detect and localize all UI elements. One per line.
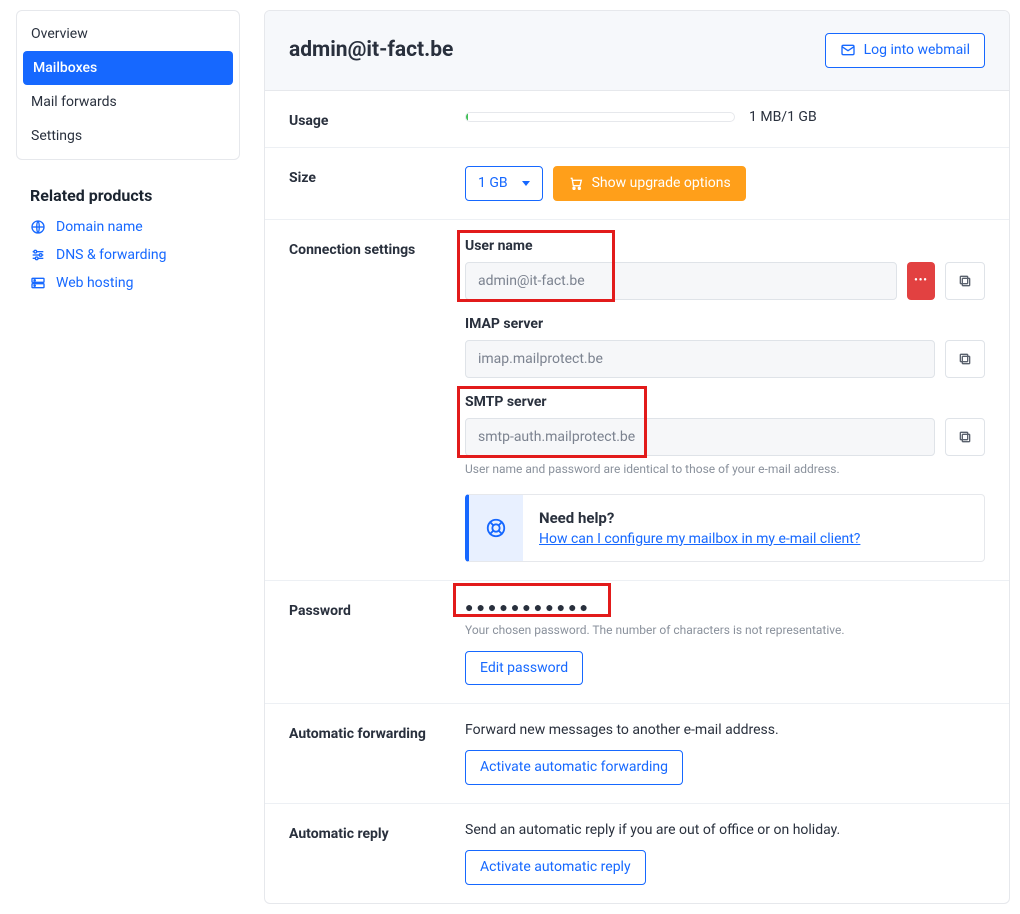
- lifebuoy-icon: [485, 517, 507, 539]
- related-domain-name[interactable]: Domain name: [16, 213, 240, 241]
- reply-desc: Send an automatic reply if you are out o…: [465, 822, 985, 838]
- related-web-hosting[interactable]: Web hosting: [16, 269, 240, 297]
- sidebar: Overview Mailboxes Mail forwards Setting…: [16, 10, 240, 904]
- connection-label: Connection settings: [289, 238, 465, 562]
- password-mask: ●●●●●●●●●●●: [465, 599, 591, 621]
- main: admin@it-fact.be Log into webmail Usage …: [264, 10, 1010, 904]
- chevron-down-icon: [522, 181, 530, 186]
- login-webmail-button[interactable]: Log into webmail: [825, 33, 985, 68]
- imap-label: IMAP server: [465, 316, 985, 332]
- reply-label: Automatic reply: [289, 822, 465, 885]
- related-heading: Related products: [16, 186, 240, 213]
- usage-progress: [465, 112, 735, 122]
- forwarding-label: Automatic forwarding: [289, 722, 465, 785]
- nav-card: Overview Mailboxes Mail forwards Setting…: [16, 10, 240, 160]
- size-label: Size: [289, 166, 465, 201]
- activate-forwarding-button[interactable]: Activate automatic forwarding: [465, 750, 683, 785]
- row-usage: Usage 1 MB/1 GB: [265, 91, 1009, 148]
- related-label: DNS & forwarding: [56, 247, 167, 263]
- copy-username-button[interactable]: [945, 262, 985, 300]
- usage-label: Usage: [289, 109, 465, 129]
- row-connection: Connection settings User name admin@it-f…: [265, 220, 1009, 581]
- panel-header: admin@it-fact.be Log into webmail: [265, 11, 1009, 91]
- copy-smtp-button[interactable]: [945, 418, 985, 456]
- login-webmail-label: Log into webmail: [864, 42, 970, 59]
- size-dropdown[interactable]: 1 GB: [465, 166, 543, 201]
- related-label: Domain name: [56, 219, 143, 235]
- edit-password-button[interactable]: Edit password: [465, 651, 583, 686]
- row-forwarding: Automatic forwarding Forward new message…: [265, 704, 1009, 804]
- copy-imap-button[interactable]: [945, 340, 985, 378]
- help-link[interactable]: How can I configure my mailbox in my e-m…: [539, 531, 860, 547]
- copy-icon: [957, 429, 973, 445]
- copy-icon: [957, 273, 973, 289]
- help-title: Need help?: [539, 509, 860, 527]
- nav-mail-forwards[interactable]: Mail forwards: [17, 85, 239, 119]
- imap-field: imap.mailprotect.be: [465, 340, 935, 378]
- more-actions-button[interactable]: •••: [907, 262, 935, 300]
- page-title: admin@it-fact.be: [289, 38, 453, 62]
- smtp-label: SMTP server: [465, 394, 985, 410]
- row-reply: Automatic reply Send an automatic reply …: [265, 804, 1009, 903]
- size-selected: 1 GB: [478, 175, 508, 192]
- password-hint: Your chosen password. The number of char…: [465, 623, 985, 637]
- connection-hint: User name and password are identical to …: [465, 462, 985, 476]
- forwarding-desc: Forward new messages to another e-mail a…: [465, 722, 985, 738]
- cart-icon: [568, 175, 584, 191]
- globe-icon: [30, 219, 46, 235]
- server-icon: [30, 275, 46, 291]
- smtp-field: smtp-auth.mailprotect.be: [465, 418, 935, 456]
- related-dns[interactable]: DNS & forwarding: [16, 241, 240, 269]
- related-label: Web hosting: [56, 275, 133, 291]
- copy-icon: [957, 351, 973, 367]
- usage-text: 1 MB/1 GB: [749, 109, 817, 125]
- mailbox-panel: admin@it-fact.be Log into webmail Usage …: [264, 10, 1010, 904]
- help-callout: Need help? How can I configure my mailbo…: [465, 494, 985, 562]
- show-upgrade-button[interactable]: Show upgrade options: [553, 166, 746, 201]
- password-label: Password: [289, 599, 465, 686]
- sliders-icon: [30, 247, 46, 263]
- row-password: Password ●●●●●●●●●●● Your chosen passwor…: [265, 581, 1009, 705]
- row-size: Size 1 GB Show upgrade options: [265, 148, 1009, 220]
- ellipsis-icon: •••: [914, 275, 928, 286]
- username-field: admin@it-fact.be: [465, 262, 897, 300]
- help-icon-box: [469, 495, 523, 561]
- username-label: User name: [465, 238, 985, 254]
- mail-icon: [840, 42, 856, 58]
- nav-mailboxes[interactable]: Mailboxes: [23, 51, 233, 85]
- nav-overview[interactable]: Overview: [17, 17, 239, 51]
- activate-reply-button[interactable]: Activate automatic reply: [465, 850, 646, 885]
- nav-settings[interactable]: Settings: [17, 119, 239, 153]
- upgrade-label: Show upgrade options: [592, 175, 731, 192]
